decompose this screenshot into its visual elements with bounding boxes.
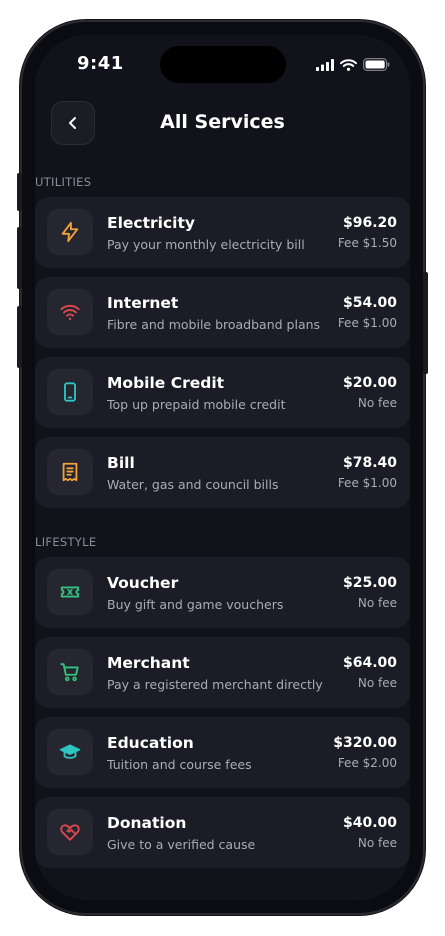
service-card-education[interactable]: Education Tuition and course fees $320.0… — [35, 717, 410, 788]
ticket-icon — [60, 586, 80, 598]
card-amount: $40.00 — [342, 815, 397, 831]
card-fee: No fee — [357, 596, 397, 610]
dynamic-island — [160, 46, 286, 83]
icon-box — [47, 289, 93, 335]
card-description: Buy gift and game vouchers — [107, 597, 284, 612]
service-card-merchant[interactable]: Merchant Pay a registered merchant direc… — [35, 637, 410, 708]
icon-box — [47, 449, 93, 495]
wifi-icon — [60, 304, 80, 321]
volume-up-button — [17, 227, 22, 289]
service-card-mobile-credit[interactable]: Mobile Credit Top up prepaid mobile cred… — [35, 357, 410, 428]
card-title: Merchant — [107, 654, 190, 672]
card-description: Tuition and course fees — [107, 757, 252, 772]
volume-down-button — [17, 306, 22, 368]
card-amount: $54.00 — [342, 295, 397, 311]
service-card-internet[interactable]: Internet Fibre and mobile broadband plan… — [35, 277, 410, 348]
card-title: Internet — [107, 294, 179, 312]
card-description: Fibre and mobile broadband plans — [107, 317, 321, 332]
wifi-status-icon — [340, 58, 357, 71]
cellular-signal-icon — [316, 58, 334, 71]
status-time: 9:41 — [77, 53, 124, 74]
card-description: Water, gas and council bills — [107, 477, 279, 492]
icon-box — [47, 569, 93, 615]
card-title: Mobile Credit — [107, 374, 225, 392]
power-button — [423, 272, 428, 374]
action-button — [17, 173, 22, 211]
card-description: Pay a registered merchant directly — [107, 677, 323, 692]
status-icons — [316, 58, 390, 71]
receipt-icon — [62, 462, 78, 482]
card-fee: Fee $1.00 — [337, 316, 397, 330]
card-description: Pay your monthly electricity bill — [107, 237, 305, 252]
card-description: Give to a verified cause — [107, 837, 256, 852]
mobile-phone-icon — [64, 382, 76, 402]
card-title: Bill — [107, 454, 135, 472]
header: All Services — [35, 100, 410, 145]
section-label-utilities: UTILITIES — [35, 175, 92, 189]
icon-box — [47, 369, 93, 415]
card-description: Top up prepaid mobile credit — [107, 397, 286, 412]
card-fee: Fee $2.00 — [337, 756, 397, 770]
service-card-voucher[interactable]: Voucher Buy gift and game vouchers $25.0… — [35, 557, 410, 628]
card-fee: Fee $1.50 — [337, 236, 397, 250]
card-title: Education — [107, 734, 194, 752]
card-fee: No fee — [357, 836, 397, 850]
graduation-cap-icon — [59, 744, 81, 759]
screen: 9:41 All Services UTILITIES Electricity … — [35, 35, 410, 900]
card-fee: No fee — [357, 676, 397, 690]
icon-box — [47, 729, 93, 775]
status-bar: 9:41 — [35, 35, 410, 95]
card-amount: $96.20 — [342, 215, 397, 231]
card-title: Donation — [107, 814, 187, 832]
card-amount: $20.00 — [342, 375, 397, 391]
shopping-cart-icon — [60, 663, 79, 682]
card-amount: $320.00 — [333, 735, 397, 751]
icon-box — [47, 649, 93, 695]
battery-icon — [363, 58, 390, 71]
service-card-donation[interactable]: Donation Give to a verified cause $40.00… — [35, 797, 410, 868]
card-amount: $64.00 — [342, 655, 397, 671]
heart-handshake-icon — [60, 824, 80, 841]
card-title: Voucher — [107, 574, 179, 592]
page-title: All Services — [160, 111, 285, 133]
icon-box — [47, 809, 93, 855]
service-card-bill[interactable]: Bill Water, gas and council bills $78.40… — [35, 437, 410, 508]
card-fee: Fee $1.00 — [337, 476, 397, 490]
lightning-icon — [61, 221, 79, 243]
section-label-lifestyle: LIFESTYLE — [35, 535, 97, 549]
service-card-electricity[interactable]: Electricity Pay your monthly electricity… — [35, 197, 410, 268]
card-amount: $78.40 — [342, 455, 397, 471]
card-title: Electricity — [107, 214, 195, 232]
card-amount: $25.00 — [342, 575, 397, 591]
card-fee: No fee — [357, 396, 397, 410]
icon-box — [47, 209, 93, 255]
